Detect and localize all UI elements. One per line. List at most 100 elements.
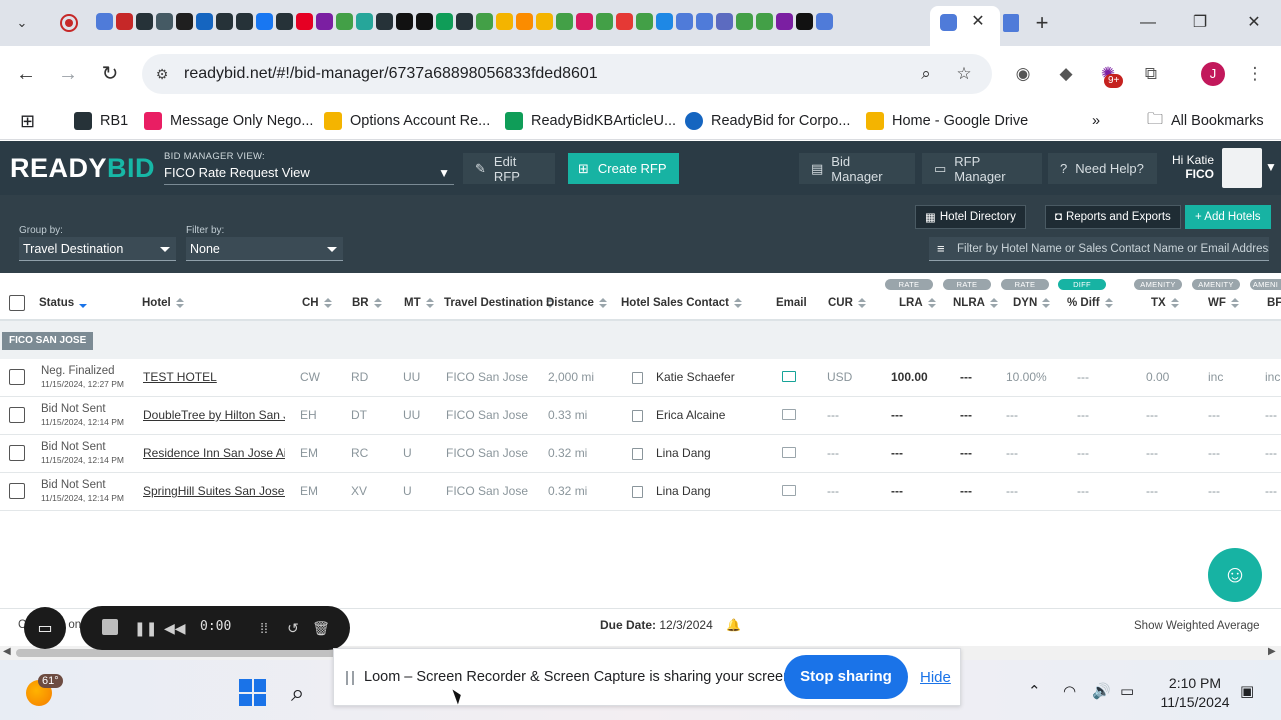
chevron-down-icon[interactable]: ▼ bbox=[1265, 160, 1277, 174]
url-text[interactable]: readybid.net/#!/bid-manager/6737a6889805… bbox=[184, 65, 598, 83]
tab-favicon[interactable] bbox=[296, 13, 313, 30]
row-checkbox[interactable] bbox=[9, 407, 25, 423]
scroll-right-icon[interactable]: ▶ bbox=[1268, 646, 1276, 657]
row-lra[interactable]: --- bbox=[891, 484, 903, 498]
chat-bot-button[interactable]: ☺ bbox=[1208, 548, 1262, 602]
row-nlra[interactable]: --- bbox=[960, 408, 972, 422]
tab-favicon[interactable] bbox=[476, 13, 493, 30]
tab-favicon[interactable] bbox=[656, 13, 673, 30]
profile-avatar[interactable]: J bbox=[1201, 62, 1225, 86]
col-destination[interactable]: Travel Destination bbox=[444, 297, 555, 309]
col-nlra[interactable]: NLRA bbox=[953, 297, 998, 309]
col-ch[interactable]: CH bbox=[302, 297, 332, 309]
table-row[interactable]: Bid Not Sent 11/15/2024, 12:14 PM Double… bbox=[0, 397, 1281, 435]
battery-icon[interactable]: ▭ bbox=[1120, 682, 1134, 700]
tab-favicon[interactable] bbox=[176, 13, 193, 30]
hotel-filter-input[interactable]: ≡ Filter by Hotel Name or Sales Contact N… bbox=[929, 237, 1269, 261]
create-rfp-button[interactable]: ⊞ Create RFP bbox=[568, 153, 679, 184]
tab-favicon[interactable] bbox=[696, 13, 713, 30]
tab-favicon[interactable] bbox=[796, 13, 813, 30]
col-dyn[interactable]: DYN bbox=[1013, 297, 1051, 309]
tab-search-dropdown[interactable]: ⌄ bbox=[8, 10, 36, 36]
loom-camera-button[interactable]: ▭ bbox=[24, 607, 66, 649]
col-lra[interactable]: LRA bbox=[899, 297, 936, 309]
windows-start-icon[interactable] bbox=[239, 679, 266, 706]
tab-favicon[interactable] bbox=[216, 13, 233, 30]
group-tag[interactable]: FICO SAN JOSE bbox=[2, 332, 94, 350]
tab-favicon[interactable] bbox=[156, 13, 173, 30]
table-row[interactable]: Bid Not Sent 11/15/2024, 12:14 PM Reside… bbox=[0, 435, 1281, 473]
tab-favicon[interactable] bbox=[756, 13, 773, 30]
tab-favicon[interactable] bbox=[576, 13, 593, 30]
tab-favicon[interactable] bbox=[336, 13, 353, 30]
restore-icon[interactable]: ❐ bbox=[1180, 8, 1220, 38]
readybid-logo[interactable]: READYBID bbox=[10, 153, 155, 184]
col-tx[interactable]: TX bbox=[1151, 297, 1179, 309]
hotel-directory-button[interactable]: ▦ Hotel Directory bbox=[915, 205, 1026, 229]
minimize-icon[interactable]: — bbox=[1128, 8, 1168, 38]
tab-favicon[interactable] bbox=[616, 13, 633, 30]
new-tab-button[interactable]: + bbox=[1030, 10, 1054, 36]
table-row[interactable]: Bid Not Sent 11/15/2024, 12:14 PM Spring… bbox=[0, 473, 1281, 511]
tab-favicon[interactable] bbox=[436, 13, 453, 30]
tab-favicon[interactable] bbox=[636, 13, 653, 30]
zoom-icon[interactable]: ⌕ bbox=[915, 63, 937, 85]
all-bookmarks[interactable]: 🗀 All Bookmarks bbox=[1147, 110, 1264, 132]
tab-favicon[interactable] bbox=[96, 13, 113, 30]
tab-favicon[interactable] bbox=[676, 13, 693, 30]
bid-manager-view-select[interactable]: FICO Rate Request View ▼ bbox=[164, 163, 454, 185]
select-all-checkbox[interactable] bbox=[9, 295, 25, 311]
col-br[interactable]: BR bbox=[352, 297, 382, 309]
grid-drag-icon[interactable]: ⁞⁞ bbox=[254, 618, 274, 638]
tab-favicon[interactable] bbox=[736, 13, 753, 30]
tab-favicon[interactable] bbox=[356, 13, 373, 30]
row-nlra[interactable]: --- bbox=[960, 370, 972, 384]
tab-favicon[interactable] bbox=[136, 13, 153, 30]
edit-rfp-button[interactable]: ✎ Edit RFP bbox=[463, 153, 555, 184]
row-checkbox[interactable] bbox=[9, 483, 25, 499]
user-avatar[interactable] bbox=[1222, 148, 1262, 188]
system-clock[interactable]: 2:10 PM 11/15/2024 bbox=[1158, 674, 1232, 712]
more-bookmarks-icon[interactable]: » bbox=[1092, 110, 1100, 132]
menu-kebab-icon[interactable]: ⋮ bbox=[1243, 62, 1267, 86]
col-wf[interactable]: WF bbox=[1208, 297, 1239, 309]
tab-favicon[interactable] bbox=[516, 13, 533, 30]
contact-note-icon[interactable] bbox=[632, 448, 643, 460]
row-hotel-link[interactable]: TEST HOTEL bbox=[143, 370, 285, 384]
col-pct-diff[interactable]: % Diff bbox=[1067, 297, 1113, 309]
email-icon[interactable] bbox=[782, 485, 796, 496]
rewind-icon[interactable]: ◀◀ bbox=[164, 618, 186, 638]
row-lra[interactable]: 100.00 bbox=[891, 370, 928, 384]
notification-icon[interactable]: ▣ bbox=[1240, 682, 1254, 700]
col-hotel[interactable]: Hotel bbox=[142, 297, 184, 309]
search-icon[interactable]: ⌕ bbox=[291, 680, 304, 708]
tab-favicon[interactable] bbox=[456, 13, 473, 30]
stop-recording-icon[interactable] bbox=[102, 619, 118, 635]
row-hotel-link[interactable]: Residence Inn San Jose Airport bbox=[143, 446, 285, 460]
row-hotel-link[interactable]: SpringHill Suites San Jose Airport bbox=[143, 484, 285, 498]
docs-favicon[interactable] bbox=[1003, 14, 1019, 32]
hide-link[interactable]: Hide bbox=[920, 669, 951, 686]
tab-favicon[interactable] bbox=[596, 13, 613, 30]
email-icon[interactable] bbox=[782, 409, 796, 420]
tab-favicon[interactable] bbox=[816, 13, 833, 30]
row-nlra[interactable]: --- bbox=[960, 484, 972, 498]
tab-favicon[interactable] bbox=[316, 13, 333, 30]
wifi-icon[interactable]: ◠ bbox=[1063, 682, 1076, 700]
col-status[interactable]: Status bbox=[39, 297, 88, 309]
row-hotel-link[interactable]: DoubleTree by Hilton San Jose bbox=[143, 408, 285, 422]
bookmark-options-account[interactable]: Options Account Re... bbox=[324, 110, 490, 132]
close-tab-icon[interactable]: ✕ bbox=[968, 12, 988, 32]
tab-favicon[interactable] bbox=[556, 13, 573, 30]
forward-button[interactable]: → bbox=[54, 60, 82, 88]
trash-icon[interactable]: 🗑 bbox=[311, 618, 331, 638]
bookmark-readybid-corpo[interactable]: ReadyBid for Corpo... bbox=[685, 110, 850, 132]
scroll-left-icon[interactable]: ◀ bbox=[3, 646, 11, 657]
chevron-up-icon[interactable]: ⌃ bbox=[1028, 682, 1041, 700]
col-distance[interactable]: Distance bbox=[546, 297, 607, 309]
rfp-manager-button[interactable]: ▭ RFP Manager bbox=[922, 153, 1042, 184]
reload-button[interactable]: ↻ bbox=[96, 60, 124, 88]
row-lra[interactable]: --- bbox=[891, 446, 903, 460]
bookmark-rb1[interactable]: RB1 bbox=[74, 110, 128, 132]
row-checkbox[interactable] bbox=[9, 369, 25, 385]
